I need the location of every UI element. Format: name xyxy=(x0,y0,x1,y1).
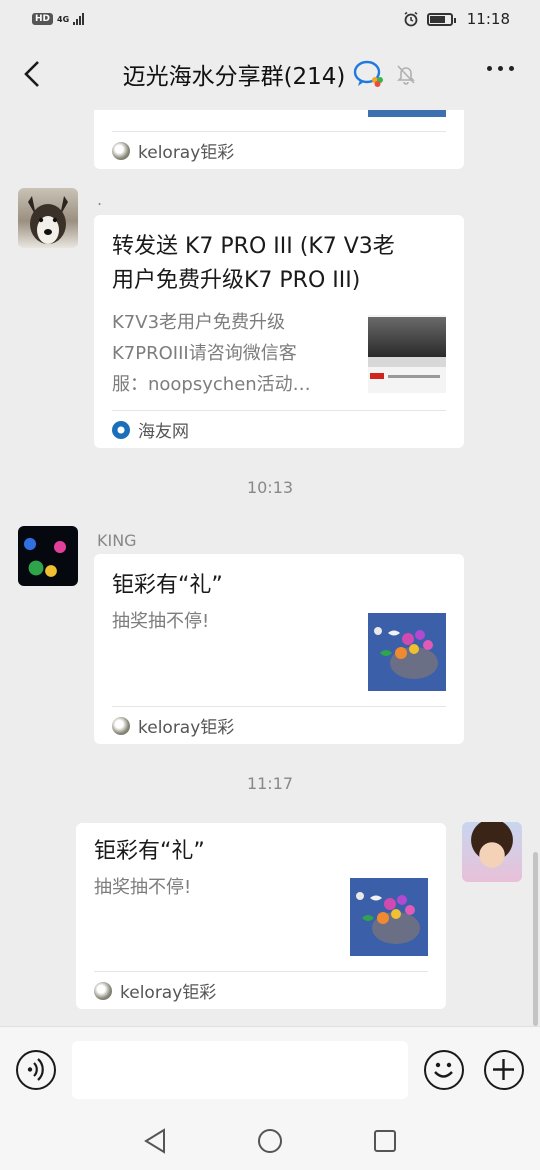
chat-messages[interactable]: keloray钜彩 . 转发送 K7 PRO III (K7 V3老 用户免费升… xyxy=(0,110,540,1026)
avatar[interactable] xyxy=(462,822,522,882)
link-card[interactable]: 钜彩有“礼” 抽奖抽不停! keloray钜彩 xyxy=(76,823,446,1009)
work-chat-icon xyxy=(354,60,384,87)
card-description: K7V3老用户免费升级 K7PROIII请咨询微信客 服：noopsychen活… xyxy=(112,307,352,400)
voice-button[interactable] xyxy=(16,1050,56,1090)
status-bar: HD 4G 11:18 xyxy=(0,0,540,38)
mute-bell-icon xyxy=(397,65,416,85)
more-options-button[interactable] xyxy=(487,66,514,71)
link-card[interactable]: 转发送 K7 PRO III (K7 V3老 用户免费升级K7 PRO III)… xyxy=(94,215,464,448)
card-title: 转发送 K7 PRO III (K7 V3老 用户免费升级K7 PRO III) xyxy=(112,230,452,298)
link-card[interactable]: 钜彩有“礼” 抽奖抽不停! keloray钜彩 xyxy=(94,554,464,744)
avatar[interactable] xyxy=(18,188,78,248)
card-description: 抽奖抽不停! xyxy=(112,611,210,632)
card-title: 钜彩有“礼” xyxy=(94,839,205,864)
haiyou-logo-icon xyxy=(112,420,130,439)
title-icons xyxy=(353,60,417,88)
keloray-logo-icon xyxy=(112,716,130,735)
chat-title[interactable]: 迈光海水分享群(214) xyxy=(123,57,346,91)
chat-header: 迈光海水分享群(214) xyxy=(0,38,540,110)
clock: 11:18 xyxy=(466,10,510,28)
alarm-icon xyxy=(404,11,418,27)
keloray-logo-icon xyxy=(94,981,112,1000)
system-navigation-bar xyxy=(0,1112,540,1170)
scrollbar[interactable] xyxy=(533,852,538,1026)
recent-apps-icon[interactable] xyxy=(373,1129,397,1153)
card-source: keloray钜彩 xyxy=(112,706,446,744)
card-source: keloray钜彩 xyxy=(94,971,428,1009)
card-source-label: 海友网 xyxy=(138,422,189,442)
reef-thumbnail-icon xyxy=(356,892,420,944)
keloray-logo-icon xyxy=(112,141,130,160)
avatar[interactable] xyxy=(18,526,78,586)
card-desc-line: K7PROIII请咨询微信客 xyxy=(112,343,297,364)
card-thumbnail-partial xyxy=(368,110,446,117)
card-title-line: 转发送 K7 PRO III (K7 V3老 xyxy=(112,234,395,259)
network-type: 4G xyxy=(57,14,70,24)
more-functions-button[interactable] xyxy=(484,1050,524,1090)
card-source: 海友网 xyxy=(112,410,446,448)
sender-name: KING xyxy=(97,531,137,550)
input-bar xyxy=(0,1026,540,1112)
back-arrow-icon[interactable] xyxy=(18,58,50,90)
battery-icon xyxy=(426,12,456,26)
card-desc-line: K7V3老用户免费升级 xyxy=(112,312,286,333)
card-source-label: keloray钜彩 xyxy=(138,143,235,163)
sender-name: . xyxy=(97,190,103,209)
card-source-label: keloray钜彩 xyxy=(138,718,235,738)
card-source-label: keloray钜彩 xyxy=(120,983,217,1003)
card-thumbnail xyxy=(368,613,446,691)
link-card[interactable]: keloray钜彩 xyxy=(94,110,464,169)
card-source: keloray钜彩 xyxy=(112,131,446,169)
network-indicators: HD 4G xyxy=(32,13,85,25)
card-title: 钜彩有“礼” xyxy=(112,573,223,598)
back-triangle-icon[interactable] xyxy=(143,1128,167,1154)
card-thumbnail xyxy=(368,315,446,393)
timestamp: 11:17 xyxy=(246,774,294,793)
card-title-line: 用户免费升级K7 PRO III) xyxy=(112,268,361,293)
message-input[interactable] xyxy=(72,1041,408,1099)
card-thumbnail xyxy=(350,878,428,956)
reef-thumbnail-icon xyxy=(374,627,438,679)
voice-icon xyxy=(27,1058,44,1081)
home-circle-icon[interactable] xyxy=(257,1128,283,1154)
card-desc-line: 服：noopsychen活动… xyxy=(112,374,311,395)
signal-icon xyxy=(73,13,85,25)
status-right: 11:18 xyxy=(403,10,510,28)
emoji-button[interactable] xyxy=(424,1050,464,1090)
timestamp: 10:13 xyxy=(246,478,294,497)
dog-avatar-icon xyxy=(28,196,68,244)
smiley-icon xyxy=(434,1062,453,1078)
card-description: 抽奖抽不停! xyxy=(94,877,192,898)
plus-icon xyxy=(493,1059,514,1080)
hd-badge: HD xyxy=(32,13,54,25)
